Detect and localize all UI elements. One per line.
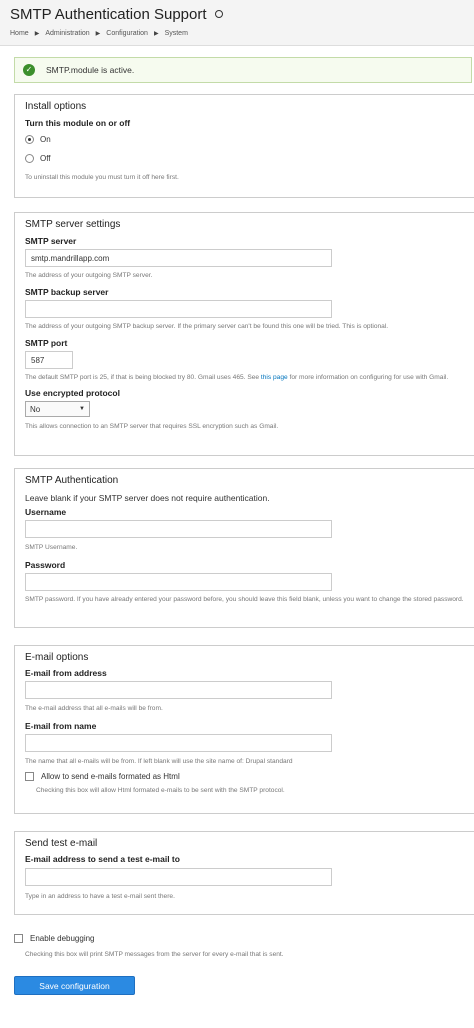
breadcrumb-separator-icon: ▶	[34, 31, 40, 37]
smtp-server-input[interactable]: smtp.mandrillapp.com	[25, 249, 332, 267]
save-configuration-button[interactable]: Save configuration	[14, 976, 135, 995]
chevron-down-icon: ▼	[79, 406, 85, 412]
smtp-backup-label: SMTP backup server	[25, 287, 109, 297]
auth-fieldset: SMTP Authentication Leave blank if your …	[14, 468, 474, 628]
test-email-label: E-mail address to send a test e-mail to	[25, 854, 180, 864]
test-email-input[interactable]	[25, 868, 332, 886]
smtp-backup-input[interactable]	[25, 300, 332, 318]
html-description: Checking this box will allow Html format…	[36, 787, 285, 794]
username-input[interactable]	[25, 520, 332, 538]
debug-description: Checking this box will print SMTP messag…	[25, 951, 284, 958]
radio-off[interactable]: Off	[25, 154, 464, 163]
breadcrumb-configuration[interactable]: Configuration	[106, 30, 148, 37]
breadcrumb-home[interactable]: Home	[10, 30, 29, 37]
server-settings-legend: SMTP server settings	[25, 219, 121, 230]
password-label: Password	[25, 560, 66, 570]
breadcrumb-system[interactable]: System	[165, 30, 188, 37]
email-options-fieldset: E-mail options E-mail from address The e…	[14, 645, 474, 814]
radio-on[interactable]: On	[25, 135, 464, 144]
password-input[interactable]	[25, 573, 332, 591]
page-title: SMTP Authentication Support	[10, 6, 207, 23]
from-name-input[interactable]	[25, 734, 332, 752]
test-email-legend: Send test e-mail	[25, 838, 98, 849]
smtp-server-label: SMTP server	[25, 236, 77, 246]
from-address-input[interactable]	[25, 681, 332, 699]
page-header: SMTP Authentication Support Home ▶ Admin…	[0, 0, 474, 46]
username-description: SMTP Username.	[25, 544, 78, 551]
smtp-port-label: SMTP port	[25, 338, 68, 348]
email-options-legend: E-mail options	[25, 652, 89, 663]
breadcrumb-administration[interactable]: Administration	[45, 30, 89, 37]
star-circle-icon[interactable]	[214, 9, 223, 18]
server-settings-fieldset: SMTP server settings SMTP server smtp.ma…	[14, 212, 474, 456]
encrypt-description: This allows connection to an SMTP server…	[25, 423, 279, 430]
radio-on-button[interactable]	[25, 135, 34, 144]
test-email-description: Type in an address to have a test e-mail…	[25, 893, 175, 900]
status-text: SMTP.module is active.	[46, 65, 135, 75]
auth-intro: Leave blank if your SMTP server does not…	[25, 493, 270, 503]
smtp-backup-description: The address of your outgoing SMTP backup…	[25, 323, 389, 330]
html-checkbox-row[interactable]: Allow to send e-mails formated as Html	[25, 772, 464, 781]
breadcrumb-separator-icon: ▶	[153, 31, 159, 37]
test-email-fieldset: Send test e-mail E-mail address to send …	[14, 831, 474, 915]
password-description: SMTP password. If you have already enter…	[25, 596, 464, 603]
smtp-server-description: The address of your outgoing SMTP server…	[25, 272, 153, 279]
status-message: ✓ SMTP.module is active.	[14, 57, 472, 83]
from-address-label: E-mail from address	[25, 668, 107, 678]
smtp-port-input[interactable]: 587	[25, 351, 73, 369]
encrypt-select-value: No	[30, 404, 41, 414]
radio-off-label: Off	[40, 154, 51, 163]
check-circle-icon: ✓	[23, 64, 35, 76]
radio-off-button[interactable]	[25, 154, 34, 163]
smtp-port-description: The default SMTP port is 25, if that is …	[25, 374, 449, 381]
install-options-fieldset: Install options Turn this module on or o…	[14, 94, 474, 198]
from-name-description: The name that all e-mails will be from. …	[25, 758, 293, 765]
install-options-legend: Install options	[25, 101, 87, 112]
from-address-description: The e-mail address that all e-mails will…	[25, 705, 163, 712]
html-checkbox-label: Allow to send e-mails formated as Html	[41, 772, 180, 781]
module-toggle-label: Turn this module on or off	[25, 118, 131, 128]
auth-legend: SMTP Authentication	[25, 475, 119, 486]
breadcrumb-separator-icon: ▶	[95, 31, 101, 37]
debug-checkbox-row[interactable]: Enable debugging	[14, 934, 95, 943]
from-name-label: E-mail from name	[25, 721, 97, 731]
port-info-link[interactable]: this page	[261, 374, 288, 381]
radio-on-label: On	[40, 135, 51, 144]
debug-checkbox-label: Enable debugging	[30, 934, 95, 943]
encrypt-select[interactable]: No ▼	[25, 401, 90, 417]
username-label: Username	[25, 507, 67, 517]
breadcrumb: Home ▶ Administration ▶ Configuration ▶ …	[10, 30, 464, 37]
html-checkbox[interactable]	[25, 772, 34, 781]
debug-checkbox[interactable]	[14, 934, 23, 943]
install-description: To uninstall this module you must turn i…	[25, 174, 179, 181]
encrypt-label: Use encrypted protocol	[25, 388, 120, 398]
